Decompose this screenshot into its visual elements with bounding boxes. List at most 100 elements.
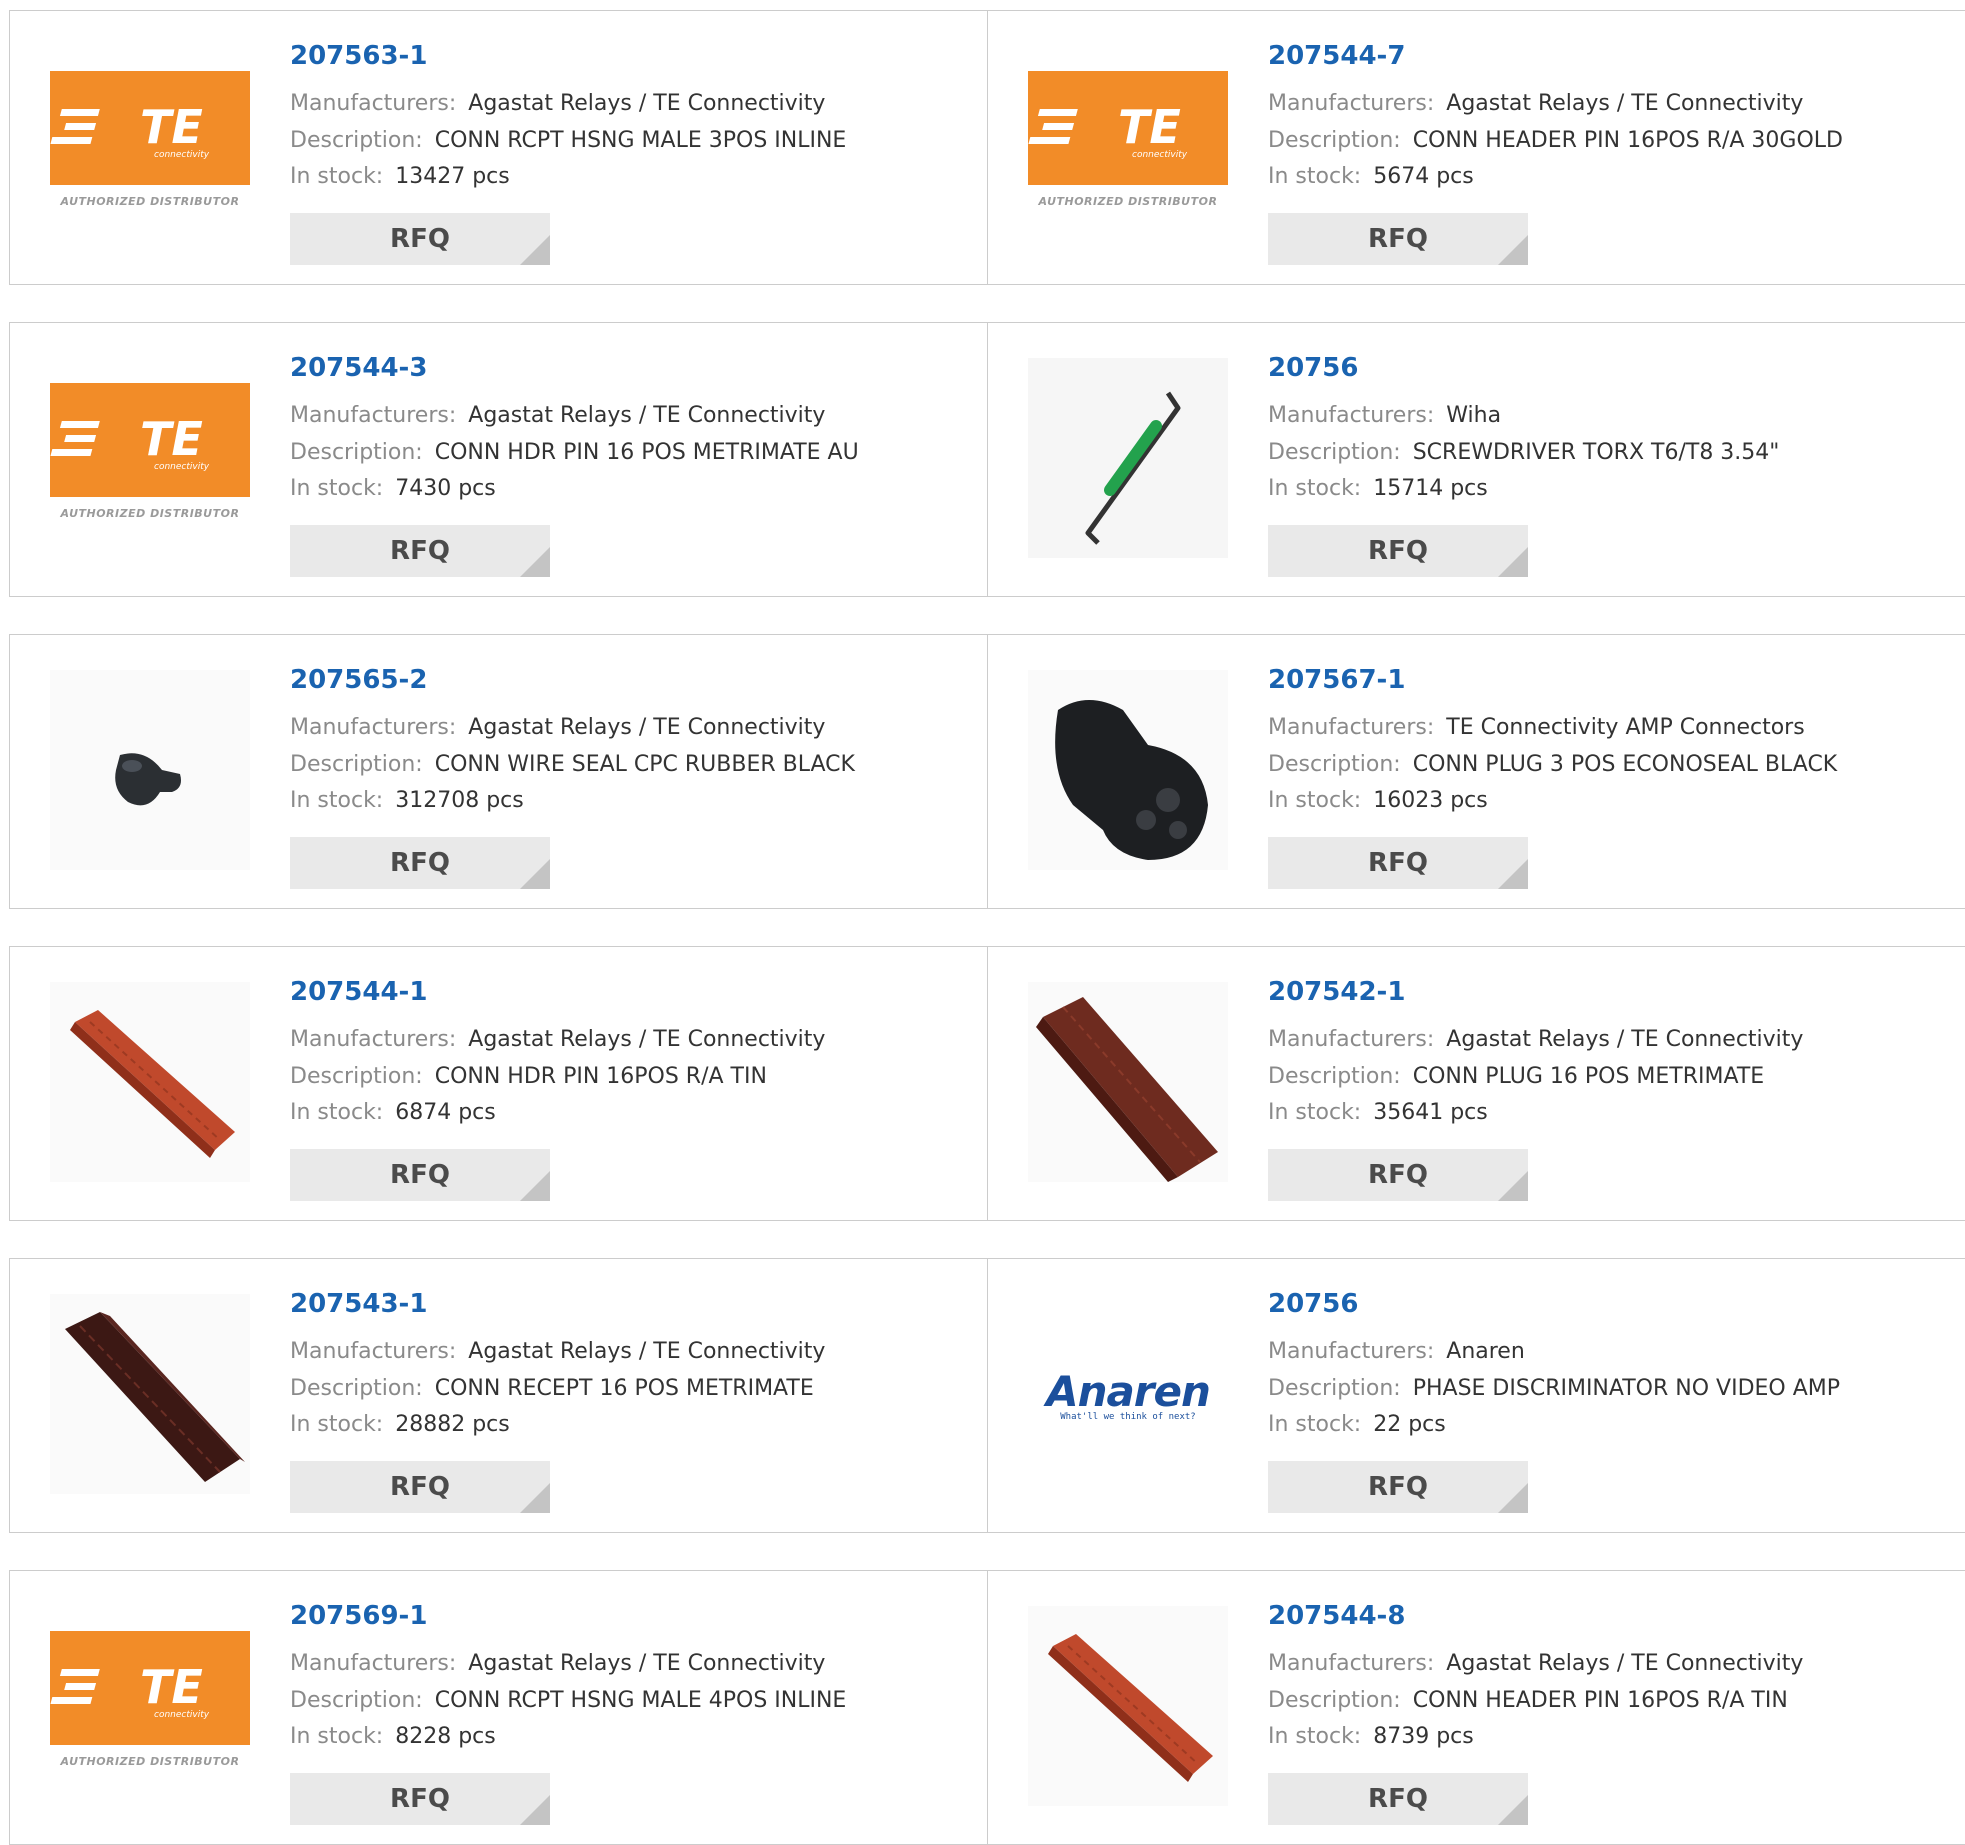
stock-label: In stock:: [290, 164, 384, 189]
part-number-link[interactable]: 207544-8: [1268, 1601, 1405, 1631]
description-label: Description:: [1268, 752, 1401, 777]
rfq-button[interactable]: RFQ: [290, 525, 550, 577]
manufacturer-value: Agastat Relays / TE Connectivity: [1446, 1651, 1804, 1676]
description-value: CONN HDR PIN 16 POS METRIMATE AU: [434, 440, 859, 465]
product-thumbnail[interactable]: [50, 982, 250, 1182]
product-thumbnail[interactable]: [1028, 358, 1228, 558]
rfq-label: RFQ: [1368, 536, 1428, 566]
manufacturer-value: Agastat Relays / TE Connectivity: [468, 1027, 826, 1052]
manufacturer-label: Manufacturers:: [290, 403, 457, 428]
rfq-button[interactable]: RFQ: [1268, 525, 1528, 577]
manufacturer-value: Agastat Relays / TE Connectivity: [468, 1339, 826, 1364]
stock-value: 35641 pcs: [1373, 1100, 1488, 1125]
description-value: CONN RCPT HSNG MALE 3POS INLINE: [434, 128, 847, 153]
part-number-link[interactable]: 207543-1: [290, 1289, 427, 1319]
product-card: 20756 Manufacturers: Wiha Description: SCREW…: [987, 322, 1965, 597]
te-connectivity-logo: TE connectivity AUTHORIZED DISTRIBUTOR: [1028, 71, 1228, 221]
description-label: Description:: [290, 1376, 423, 1401]
svg-text:connectivity: connectivity: [154, 1710, 210, 1720]
part-number-link[interactable]: 20756: [1268, 1289, 1358, 1319]
manufacturer-label: Manufacturers:: [1268, 715, 1435, 740]
part-number-link[interactable]: 20756: [1268, 353, 1358, 383]
product-thumbnail[interactable]: [1028, 1606, 1228, 1806]
manufacturer-label: Manufacturers:: [290, 1651, 457, 1676]
stock-label: In stock:: [1268, 1412, 1362, 1437]
red-header-connector-image: [1028, 1606, 1228, 1806]
manufacturer-label: Manufacturers:: [290, 715, 457, 740]
rfq-label: RFQ: [390, 536, 450, 566]
description-row: Description: PHASE DISCRIMINATOR NO VIDEO…: [1268, 1375, 1840, 1403]
description-row: Description: SCREWDRIVER TORX T6/T8 3.54": [1268, 439, 1779, 467]
product-thumbnail[interactable]: Anaren What'll we think of next?: [1028, 1294, 1228, 1494]
rfq-button[interactable]: RFQ: [290, 213, 550, 265]
svg-text:TE: TE: [1118, 100, 1181, 154]
product-thumbnail[interactable]: [1028, 670, 1228, 870]
corner-triangle-icon: [520, 859, 550, 889]
stock-row: In stock: 22 pcs: [1268, 1411, 1446, 1439]
stock-label: In stock:: [1268, 1100, 1362, 1125]
description-value: PHASE DISCRIMINATOR NO VIDEO AMP: [1412, 1376, 1841, 1401]
part-number-link[interactable]: 207544-3: [290, 353, 427, 383]
rfq-button[interactable]: RFQ: [1268, 1461, 1528, 1513]
rfq-button[interactable]: RFQ: [290, 1149, 550, 1201]
manufacturer-label: Manufacturers:: [290, 1339, 457, 1364]
rfq-label: RFQ: [390, 224, 450, 254]
stock-value: 28882 pcs: [395, 1412, 510, 1437]
rfq-button[interactable]: RFQ: [1268, 213, 1528, 265]
anaren-logo: Anaren What'll we think of next?: [1046, 1366, 1211, 1422]
product-thumbnail[interactable]: TE connectivity AUTHORIZED DISTRIBUTOR: [50, 46, 250, 246]
svg-text:connectivity: connectivity: [154, 150, 210, 160]
rfq-button[interactable]: RFQ: [1268, 837, 1528, 889]
rfq-button[interactable]: RFQ: [290, 1773, 550, 1825]
part-number-link[interactable]: 207542-1: [1268, 977, 1405, 1007]
manufacturer-value: TE Connectivity AMP Connectors: [1446, 715, 1805, 740]
rfq-button[interactable]: RFQ: [290, 837, 550, 889]
product-card: TE connectivity AUTHORIZED DISTRIBUTOR 2075…: [987, 10, 1965, 285]
part-number-link[interactable]: 207544-1: [290, 977, 427, 1007]
stock-row: In stock: 15714 pcs: [1268, 475, 1488, 503]
product-thumbnail[interactable]: TE connectivity AUTHORIZED DISTRIBUTOR: [1028, 46, 1228, 246]
corner-triangle-icon: [520, 1483, 550, 1513]
description-row: Description: CONN PLUG 16 POS METRIMATE: [1268, 1063, 1764, 1091]
manufacturer-value: Agastat Relays / TE Connectivity: [468, 715, 826, 740]
stock-value: 15714 pcs: [1373, 476, 1488, 501]
product-thumbnail[interactable]: [50, 670, 250, 870]
product-thumbnail[interactable]: [50, 1294, 250, 1494]
stock-label: In stock:: [290, 1724, 384, 1749]
manufacturer-label: Manufacturers:: [1268, 1027, 1435, 1052]
part-number-link[interactable]: 207567-1: [1268, 665, 1405, 695]
product-thumbnail[interactable]: [1028, 982, 1228, 1182]
rfq-label: RFQ: [1368, 848, 1428, 878]
description-label: Description:: [290, 752, 423, 777]
part-number-link[interactable]: 207544-7: [1268, 41, 1405, 71]
description-row: Description: CONN HDR PIN 16 POS METRIMAT…: [290, 439, 859, 467]
stock-label: In stock:: [1268, 476, 1362, 501]
description-value: CONN HDR PIN 16POS R/A TIN: [434, 1064, 767, 1089]
description-row: Description: CONN RECEPT 16 POS METRIMATE: [290, 1375, 814, 1403]
description-value: CONN PLUG 16 POS METRIMATE: [1412, 1064, 1765, 1089]
rfq-label: RFQ: [390, 1784, 450, 1814]
svg-text:TE: TE: [140, 100, 203, 154]
product-thumbnail[interactable]: TE connectivity AUTHORIZED DISTRIBUTOR: [50, 358, 250, 558]
description-label: Description:: [290, 440, 423, 465]
product-thumbnail[interactable]: TE connectivity AUTHORIZED DISTRIBUTOR: [50, 1606, 250, 1806]
part-number-link[interactable]: 207569-1: [290, 1601, 427, 1631]
rfq-button[interactable]: RFQ: [1268, 1773, 1528, 1825]
manufacturer-label: Manufacturers:: [1268, 91, 1435, 116]
stock-value: 8739 pcs: [1373, 1724, 1474, 1749]
svg-text:TE: TE: [140, 412, 203, 466]
part-number-link[interactable]: 207563-1: [290, 41, 427, 71]
manufacturer-row: Manufacturers: Agastat Relays / TE Connec…: [290, 1650, 825, 1678]
manufacturer-value: Agastat Relays / TE Connectivity: [468, 1651, 826, 1676]
rfq-button[interactable]: RFQ: [290, 1461, 550, 1513]
rfq-button[interactable]: RFQ: [1268, 1149, 1528, 1201]
description-value: CONN HEADER PIN 16POS R/A 30GOLD: [1412, 128, 1843, 153]
part-number-link[interactable]: 207565-2: [290, 665, 427, 695]
product-card: 207567-1 Manufacturers: TE Connectivity AM…: [987, 634, 1965, 909]
manufacturer-label: Manufacturers:: [290, 91, 457, 116]
stock-row: In stock: 312708 pcs: [290, 787, 524, 815]
description-row: Description: CONN HDR PIN 16POS R/A TIN: [290, 1063, 767, 1091]
description-value: CONN RECEPT 16 POS METRIMATE: [434, 1376, 814, 1401]
rfq-label: RFQ: [1368, 224, 1428, 254]
stock-value: 7430 pcs: [395, 476, 496, 501]
